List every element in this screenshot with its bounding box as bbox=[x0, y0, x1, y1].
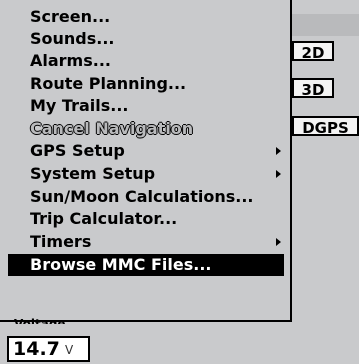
menu-item-label: Browse MMC Files... bbox=[30, 255, 212, 274]
voltage-label: Voltage bbox=[14, 317, 66, 324]
voltage-value: 14.7 bbox=[13, 338, 60, 360]
menu-item-label: Alarms... bbox=[30, 51, 111, 70]
menu-item-cancel-navigation: Cancel Navigation bbox=[8, 118, 284, 140]
menu-item-timers[interactable]: Timers bbox=[8, 231, 284, 253]
menu-item-label: My Trails... bbox=[30, 96, 129, 115]
menu-item-label: Cancel Navigation bbox=[30, 119, 194, 138]
chevron-right-icon bbox=[276, 170, 281, 178]
menu-item-label: Sounds... bbox=[30, 29, 115, 48]
voltage-readout: 14.7 V bbox=[7, 336, 90, 362]
menu-item-browse-mmc-files[interactable]: Browse MMC Files... bbox=[8, 254, 284, 276]
menu-item-system-setup[interactable]: System Setup bbox=[8, 163, 284, 185]
menu-item-label: Sun/Moon Calculations... bbox=[30, 187, 254, 206]
chevron-right-icon bbox=[276, 238, 281, 246]
menu-item-sounds[interactable]: Sounds... bbox=[8, 28, 284, 50]
menu-item-my-trails[interactable]: My Trails... bbox=[8, 95, 284, 117]
menu-item-gps-setup[interactable]: GPS Setup bbox=[8, 140, 284, 162]
menu-item-sun-moon-calculations[interactable]: Sun/Moon Calculations... bbox=[8, 186, 284, 208]
menu-item-label: Screen... bbox=[30, 7, 111, 26]
menu-item-label: Timers bbox=[30, 232, 92, 251]
menu-item-label: System Setup bbox=[30, 164, 156, 183]
mode-3d-button[interactable]: 3D bbox=[292, 78, 334, 99]
menu-item-alarms[interactable]: Alarms... bbox=[8, 50, 284, 72]
mode-2d-button[interactable]: 2D bbox=[292, 41, 334, 62]
menu-item-label: GPS Setup bbox=[30, 141, 125, 160]
dgps-button[interactable]: DGPS bbox=[292, 116, 359, 137]
menu-item-label: Route Planning... bbox=[30, 74, 187, 93]
menu-item-label: Trip Calculator... bbox=[30, 209, 178, 228]
menu-item-screen[interactable]: Screen... bbox=[8, 6, 284, 28]
chevron-right-icon bbox=[276, 147, 281, 155]
voltage-unit: V bbox=[65, 343, 74, 357]
menu-item-route-planning[interactable]: Route Planning... bbox=[8, 73, 284, 95]
menu-item-trip-calculator[interactable]: Trip Calculator... bbox=[8, 208, 284, 230]
voltage-panel: Voltage 14.7 V bbox=[0, 317, 92, 364]
main-menu: Screen... Sounds... Alarms... Route Plan… bbox=[0, 0, 292, 322]
